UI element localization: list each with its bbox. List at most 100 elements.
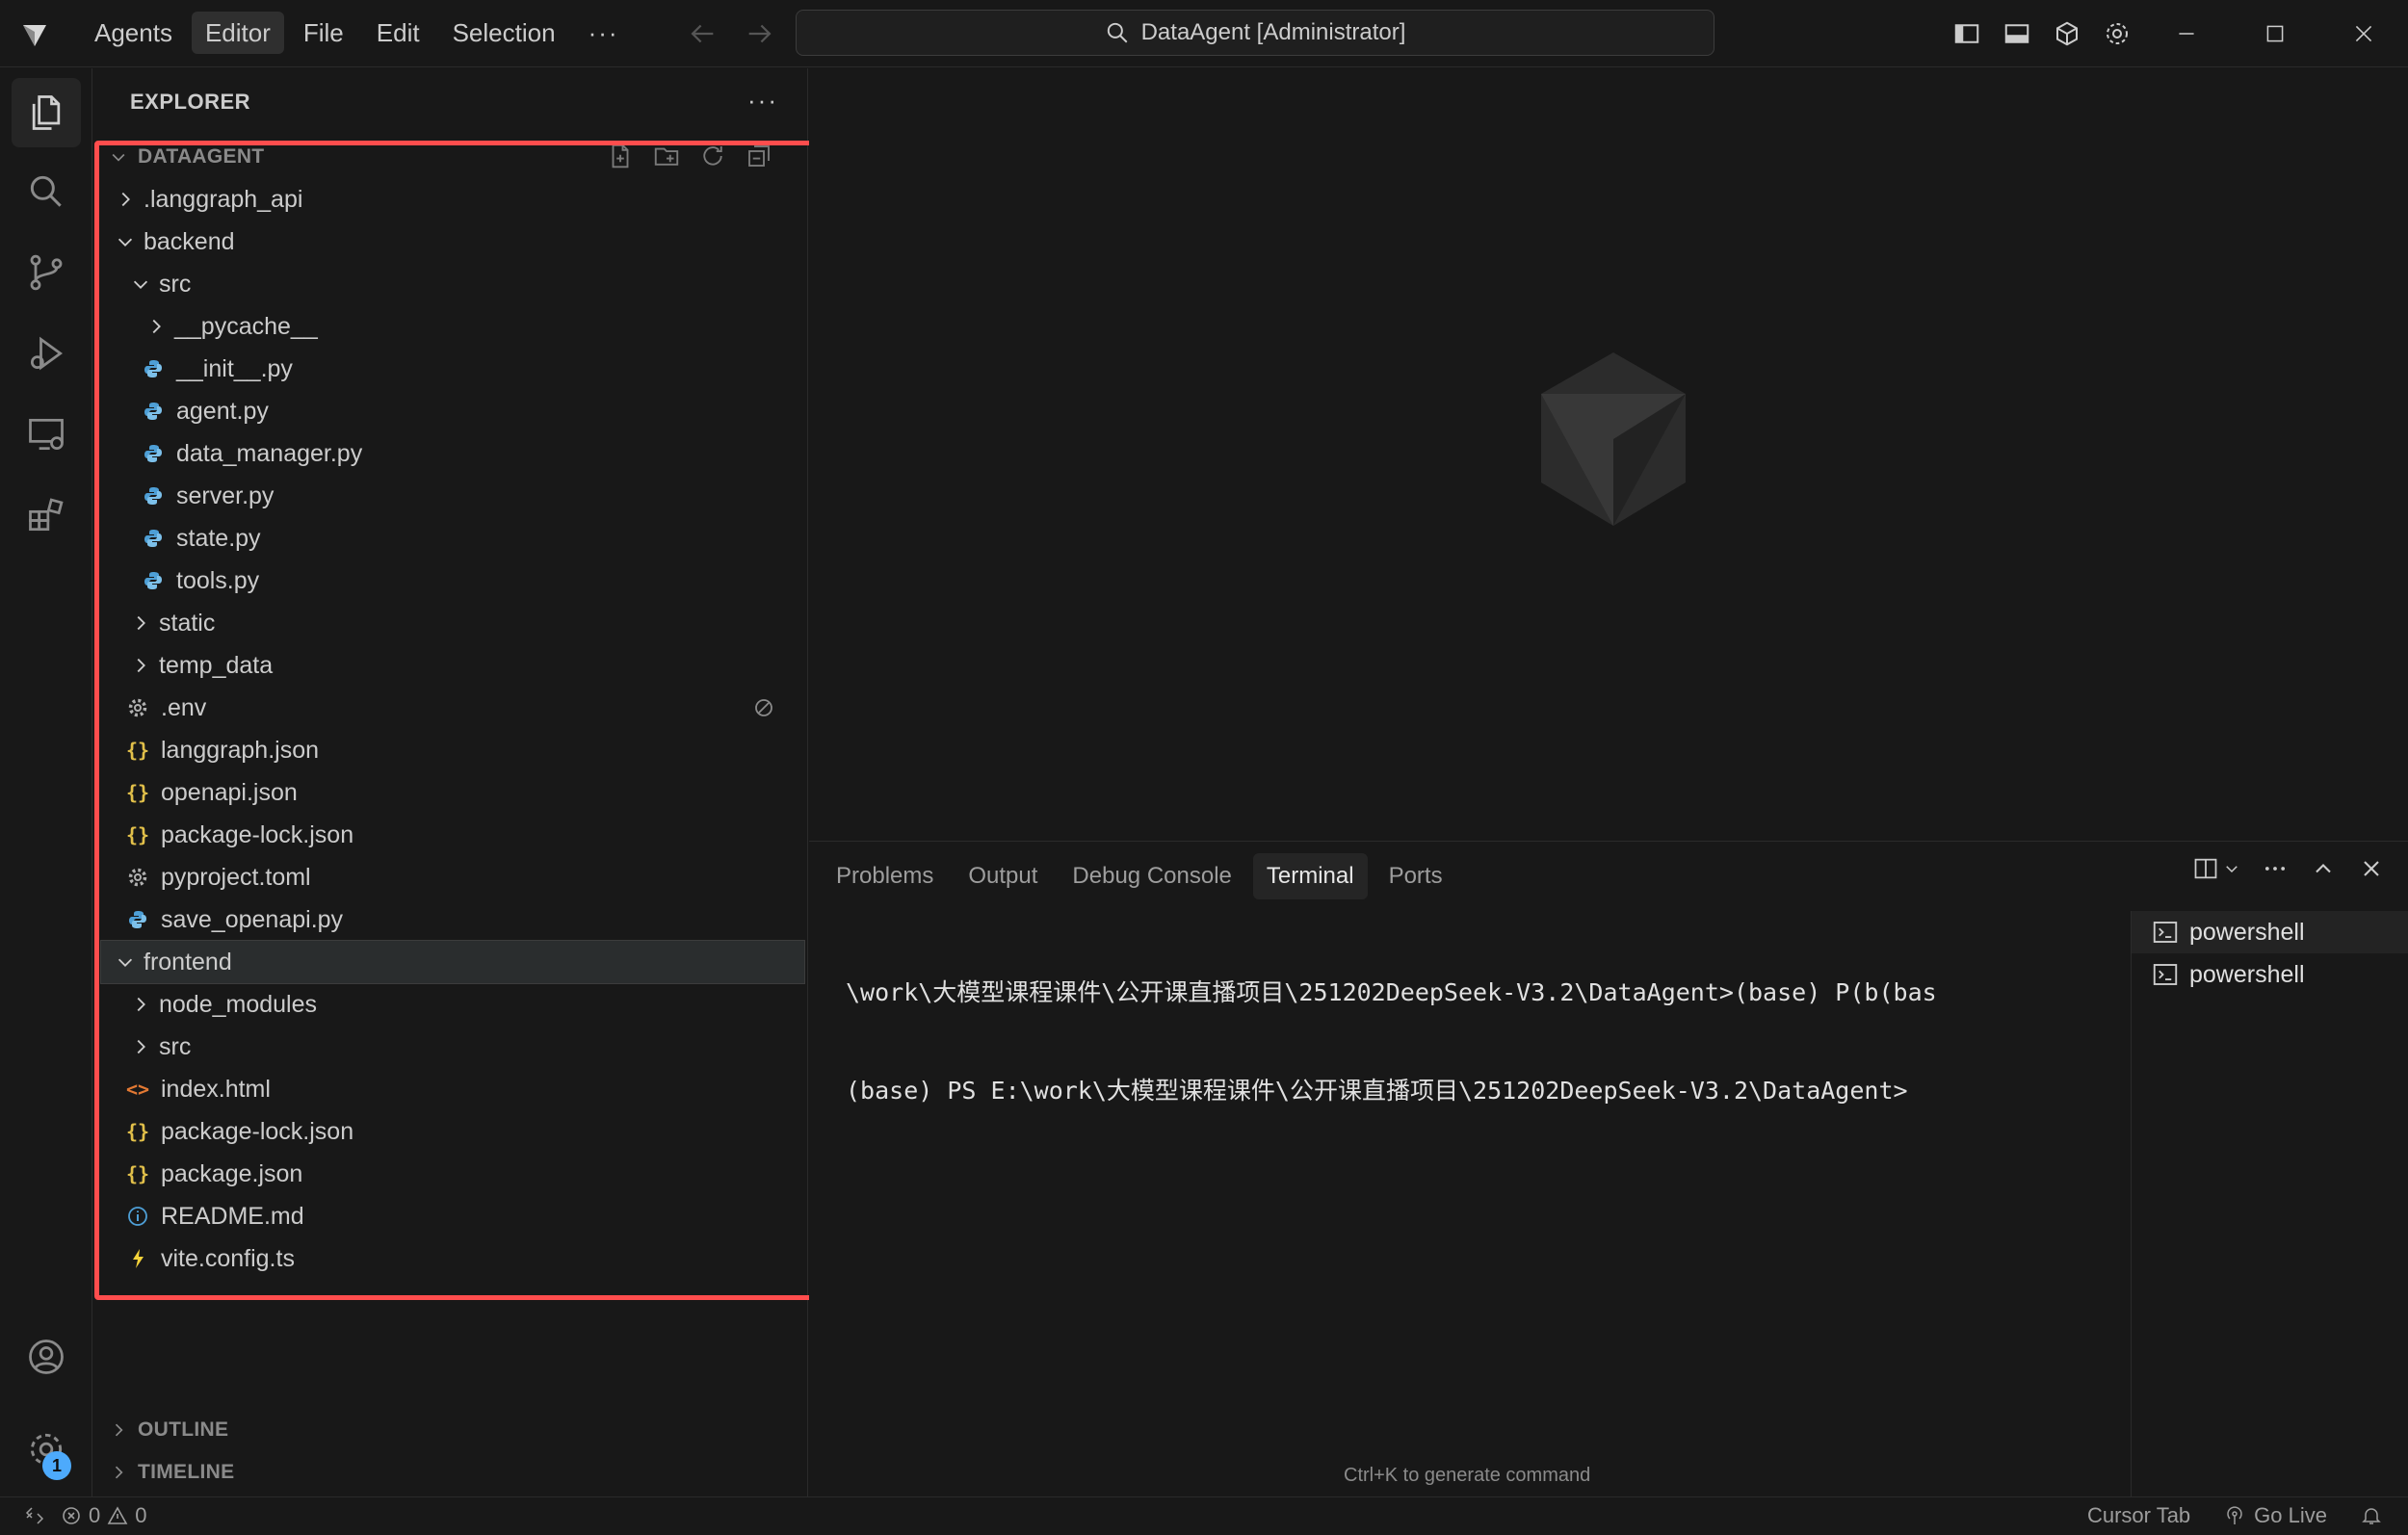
tree-item-label: node_modules: [159, 990, 318, 1018]
tree-item-label: src: [159, 270, 192, 298]
activity-source-control[interactable]: [12, 238, 81, 307]
tree-folder[interactable]: backend: [101, 221, 804, 263]
tab-output[interactable]: Output: [955, 853, 1051, 899]
navigation-arrows: [686, 17, 776, 50]
tree-item-label: package-lock.json: [161, 820, 354, 848]
maximize-button[interactable]: [2231, 0, 2319, 67]
tree-file[interactable]: {} package.json: [101, 1153, 804, 1195]
tree-file[interactable]: tools.py: [101, 559, 804, 602]
activity-explorer[interactable]: [12, 78, 81, 147]
close-window-button[interactable]: [2319, 0, 2408, 67]
python-file-icon: [142, 442, 165, 465]
new-file-icon[interactable]: [606, 142, 635, 170]
tree-file[interactable]: {} langgraph.json: [101, 729, 804, 771]
forward-arrow-icon[interactable]: [744, 17, 776, 50]
close-panel-icon[interactable]: [2358, 855, 2385, 882]
new-folder-icon[interactable]: [652, 142, 681, 170]
terminal-output[interactable]: \work\大模型课程课件\公开课直播项目\251202DeepSeek-V3.…: [846, 911, 1937, 1173]
tab-terminal[interactable]: Terminal: [1252, 853, 1368, 899]
tree-file[interactable]: {} openapi.json: [101, 771, 804, 814]
tree-file[interactable]: agent.py: [101, 390, 804, 432]
ignored-status-icon: [755, 699, 772, 716]
more-actions-icon[interactable]: [2262, 855, 2289, 882]
info-file-icon: [126, 1205, 149, 1228]
chevron-right-icon: [152, 319, 161, 334]
minimize-button[interactable]: [2142, 0, 2231, 67]
tree-folder[interactable]: src: [101, 263, 804, 305]
maximize-panel-icon[interactable]: [2310, 855, 2337, 882]
tree-file[interactable]: pyproject.toml: [101, 856, 804, 898]
agent-cube-button[interactable]: [2042, 0, 2092, 67]
remote-indicator-icon[interactable]: [23, 1504, 46, 1527]
activity-manage[interactable]: 1: [12, 1415, 81, 1484]
tree-file[interactable]: <> index.html: [101, 1068, 804, 1110]
tab-ports[interactable]: Ports: [1375, 853, 1456, 899]
tree-item-label: save_openapi.py: [161, 905, 344, 933]
tree-file[interactable]: state.py: [101, 517, 804, 559]
cursor-tab-status[interactable]: Cursor Tab: [2087, 1503, 2190, 1528]
tree-folder[interactable]: static: [101, 602, 804, 644]
problems-indicator[interactable]: 0 0: [60, 1503, 147, 1528]
menu-file[interactable]: File: [290, 12, 357, 54]
tree-file[interactable]: README.md: [101, 1195, 804, 1237]
tree-file[interactable]: data_manager.py: [101, 432, 804, 475]
panel-layout-icon: [2004, 24, 2029, 43]
timeline-section-header[interactable]: TIMELINE: [103, 1451, 802, 1494]
tree-item-label: __init__.py: [176, 354, 293, 382]
command-center-search[interactable]: DataAgent [Administrator]: [796, 10, 1714, 56]
sidebar-layout-icon: [1954, 24, 1979, 43]
tree-file[interactable]: save_openapi.py: [101, 898, 804, 941]
tree-file[interactable]: {} package-lock.json: [101, 814, 804, 856]
activity-accounts[interactable]: [12, 1322, 81, 1392]
activity-run-debug[interactable]: [12, 319, 81, 388]
bell-icon[interactable]: [2360, 1504, 2383, 1527]
terminal-tabs-list: powershell powershell: [2131, 911, 2408, 1497]
toggle-panel-button[interactable]: [1992, 0, 2042, 67]
terminal-instance-label: powershell: [2189, 918, 2305, 946]
split-terminal-icon[interactable]: [2192, 855, 2219, 882]
tree-folder[interactable]: temp_data: [101, 644, 804, 687]
go-live-button[interactable]: Go Live: [2223, 1503, 2327, 1528]
menu-more-button[interactable]: ···: [575, 12, 633, 54]
activity-remote-explorer[interactable]: [12, 400, 81, 469]
menu-edit[interactable]: Edit: [363, 12, 433, 54]
tree-file[interactable]: server.py: [101, 475, 804, 517]
python-file-icon: [142, 527, 165, 550]
explorer-more-button[interactable]: ···: [747, 86, 778, 116]
back-arrow-icon[interactable]: [686, 17, 719, 50]
menu-editor[interactable]: Editor: [191, 12, 284, 54]
toggle-sidebar-button[interactable]: [1942, 0, 1992, 67]
chevron-down-icon[interactable]: [2223, 860, 2240, 877]
tree-folder[interactable]: frontend: [100, 940, 805, 984]
tree-folder[interactable]: .langgraph_api: [101, 178, 804, 221]
activity-extensions[interactable]: [12, 481, 81, 550]
menu-selection[interactable]: Selection: [439, 12, 569, 54]
terminal-instance[interactable]: powershell: [2132, 953, 2408, 996]
tree-file[interactable]: {} package-lock.json: [101, 1110, 804, 1153]
status-bar: 0 0 Cursor Tab Go Live: [0, 1496, 2408, 1535]
tree-item-label: openapi.json: [161, 778, 298, 806]
tree-item-label: package.json: [161, 1159, 303, 1187]
refresh-icon[interactable]: [698, 142, 727, 170]
python-file-icon: [126, 908, 149, 931]
menu-agents[interactable]: Agents: [81, 12, 186, 54]
broadcast-icon: [2227, 1506, 2242, 1524]
tree-folder[interactable]: node_modules: [101, 983, 804, 1026]
settings-button[interactable]: [2092, 0, 2142, 67]
tree-file[interactable]: vite.config.ts: [101, 1237, 804, 1280]
tree-folder[interactable]: src: [101, 1026, 804, 1068]
cursor-logo-icon[interactable]: [19, 19, 50, 50]
tree-file[interactable]: __init__.py: [101, 348, 804, 390]
tab-problems[interactable]: Problems: [823, 853, 947, 899]
tab-debug-console[interactable]: Debug Console: [1059, 853, 1244, 899]
outline-section-header[interactable]: OUTLINE: [103, 1409, 802, 1451]
collapse-all-icon[interactable]: [745, 142, 773, 170]
tree-file[interactable]: .env: [101, 687, 804, 729]
activity-search[interactable]: [12, 157, 81, 226]
workspace-section-header[interactable]: DATAAGENT: [103, 136, 802, 178]
terminal-instance[interactable]: powershell: [2132, 911, 2408, 953]
cursor-watermark-icon: [1541, 352, 1686, 526]
chevron-down-icon: [118, 958, 133, 967]
tree-folder[interactable]: __pycache__: [101, 305, 804, 348]
html-file-icon: <>: [125, 1078, 150, 1101]
